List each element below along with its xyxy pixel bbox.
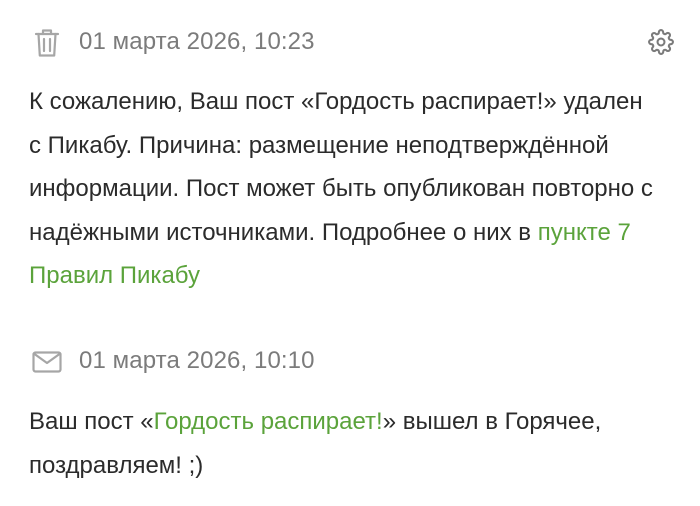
gear-icon[interactable]: [645, 26, 677, 58]
notification-message: К сожалению, Ваш пост «Гордость распирае…: [29, 80, 654, 298]
message-text: Ваш пост «: [29, 408, 154, 435]
notification-header: 01 марта 2026, 10:23: [0, 0, 700, 84]
notification-header: 01 марта 2026, 10:10: [0, 322, 700, 406]
notification-post-deleted: 01 марта 2026, 10:23 К сожалению, Ваш по…: [0, 0, 700, 310]
notification-date: 01 марта 2026, 10:23: [79, 28, 315, 55]
notification-message: Ваш пост «Гордость распирает!» вышел в Г…: [29, 400, 654, 487]
trash-icon: [30, 27, 64, 59]
notification-post-hot: 01 марта 2026, 10:10 Ваш пост «Гордость …: [0, 322, 700, 506]
post-link[interactable]: Гордость распирает!: [154, 408, 383, 435]
notification-date: 01 марта 2026, 10:10: [79, 347, 315, 374]
envelope-icon: [30, 346, 64, 378]
